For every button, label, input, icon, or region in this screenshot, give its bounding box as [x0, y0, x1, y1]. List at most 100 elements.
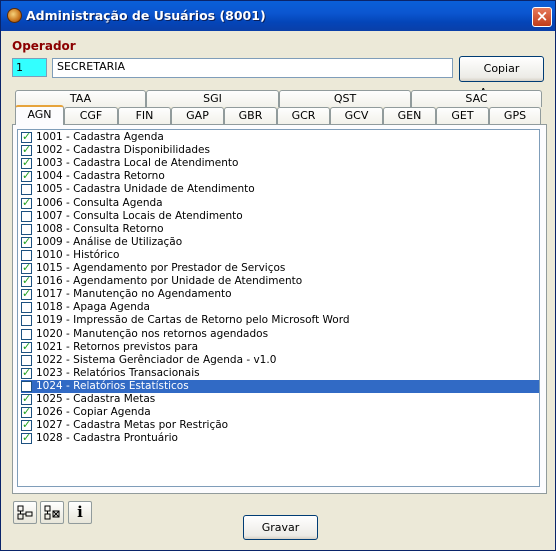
operator-code-field[interactable]: 1 — [12, 58, 47, 77]
tab-fin[interactable]: FIN — [118, 107, 171, 124]
permission-checkbox[interactable] — [21, 184, 32, 196]
permission-checkbox[interactable] — [21, 196, 32, 209]
list-item[interactable]: 1025 - Cadastra Metas — [21, 392, 539, 406]
tab-get[interactable]: GET — [436, 107, 489, 124]
tab-sac[interactable]: SAC — [411, 90, 542, 107]
list-item[interactable]: 1027 - Cadastra Metas por Restrição — [21, 418, 539, 432]
list-item[interactable]: 1010 - Histórico — [21, 249, 539, 262]
list-item[interactable]: 1016 - Agendamento por Unidade de Atendi… — [21, 274, 539, 288]
permission-label: 1020 - Manutenção nos retornos agendados — [36, 327, 269, 340]
close-button[interactable]: × — [532, 7, 552, 27]
permission-checkbox[interactable] — [21, 340, 32, 353]
permission-label: 1015 - Agendamento por Prestador de Serv… — [36, 262, 286, 274]
permission-checkbox[interactable] — [21, 169, 32, 183]
permission-checkbox[interactable] — [21, 287, 32, 301]
permission-checkbox[interactable] — [21, 366, 32, 379]
permission-label: 1027 - Cadastra Metas por Restrição — [36, 419, 229, 432]
permission-label: 1024 - Relatórios Estatísticos — [36, 379, 189, 392]
permission-checkbox[interactable] — [21, 302, 32, 314]
permission-checkbox[interactable] — [21, 156, 32, 170]
permission-label: 1023 - Relatórios Transacionais — [36, 366, 200, 379]
permission-checkbox[interactable] — [21, 210, 32, 222]
list-item[interactable]: 1006 - Consulta Agenda — [21, 196, 539, 210]
permission-label: 1018 - Apaga Agenda — [36, 301, 150, 314]
permission-label: 1021 - Retornos previstos para — [36, 340, 199, 353]
permission-label: 1010 - Histórico — [36, 248, 120, 261]
operator-label: Operador — [12, 39, 76, 53]
tab-agn[interactable]: AGN — [15, 105, 64, 125]
permission-checkbox[interactable] — [21, 261, 32, 274]
info-button[interactable]: i — [68, 501, 92, 524]
permission-checkbox[interactable] — [21, 380, 32, 392]
close-icon: × — [535, 7, 549, 25]
list-item[interactable]: 1004 - Cadastra Retorno — [21, 169, 539, 183]
tab-cgf[interactable]: CGF — [64, 107, 118, 124]
permission-label: 1005 - Cadastra Unidade de Atendimento — [36, 183, 255, 196]
tab-gps[interactable]: GPS — [489, 107, 541, 124]
permission-checkbox[interactable] — [21, 130, 32, 143]
list-item[interactable]: 1017 - Manutenção no Agendamento — [21, 287, 539, 301]
list-item[interactable]: 1022 - Sistema Gerênciador de Agenda - v… — [21, 354, 539, 367]
list-item[interactable]: 1019 - Impressão de Cartas de Retorno pe… — [21, 314, 539, 327]
list-item[interactable]: 1023 - Relatórios Transacionais — [21, 366, 539, 380]
admin-users-window: Administração de Usuários (8001) × Opera… — [0, 0, 556, 551]
operator-name-field[interactable]: SECRETARIA — [52, 58, 453, 78]
list-item[interactable]: 1028 - Cadastra Prontuário — [21, 431, 539, 445]
title-bar[interactable]: Administração de Usuários (8001) × — [1, 1, 555, 31]
window-title: Administração de Usuários (8001) — [26, 8, 266, 23]
permission-label: 1019 - Impressão de Cartas de Retorno pe… — [36, 314, 350, 327]
expand-tree-icon — [17, 505, 33, 520]
app-icon — [7, 8, 22, 23]
permission-checkbox[interactable] — [21, 274, 32, 288]
tab-gap[interactable]: GAP — [171, 107, 224, 124]
permission-label: 1003 - Cadastra Local de Atendimento — [36, 157, 239, 170]
permission-label: 1025 - Cadastra Metas — [36, 393, 156, 405]
permissions-list[interactable]: 1001 - Cadastra Agenda1002 - Cadastra Di… — [17, 129, 540, 487]
tab-gcv[interactable]: GCV — [330, 107, 383, 124]
info-icon: i — [77, 503, 83, 521]
permission-checkbox[interactable] — [21, 143, 32, 157]
permission-label: 1026 - Copiar Agenda — [36, 406, 151, 419]
list-item[interactable]: 1008 - Consulta Retorno — [21, 223, 539, 236]
save-button[interactable]: Gravar — [243, 515, 318, 540]
list-item[interactable]: 1024 - Relatórios Estatísticos — [21, 379, 539, 393]
permission-label: 1007 - Consulta Locais de Atendimento — [36, 209, 243, 222]
list-item[interactable]: 1009 - Análise de Utilização — [21, 235, 539, 249]
copy-access-button[interactable]: Copiar Acessos — [459, 56, 544, 99]
permission-checkbox[interactable] — [21, 223, 32, 235]
tab-gcr[interactable]: GCR — [277, 107, 330, 124]
permission-label: 1017 - Manutenção no Agendamento — [36, 288, 232, 301]
permission-label: 1009 - Análise de Utilização — [36, 235, 183, 248]
permission-checkbox[interactable] — [21, 392, 32, 405]
tab-gen[interactable]: GEN — [383, 107, 436, 124]
list-item[interactable]: 1026 - Copiar Agenda — [21, 405, 539, 419]
list-item[interactable]: 1005 - Cadastra Unidade de Atendimento — [21, 183, 539, 196]
permission-checkbox[interactable] — [21, 315, 32, 327]
list-item[interactable]: 1021 - Retornos previstos para — [21, 340, 539, 354]
list-item[interactable]: 1002 - Cadastra Disponibilidades — [21, 143, 539, 157]
list-item[interactable]: 1020 - Manutenção nos retornos agendados — [21, 328, 539, 341]
permission-checkbox[interactable] — [21, 235, 32, 248]
list-item[interactable]: 1015 - Agendamento por Prestador de Serv… — [21, 261, 539, 275]
select-all-button[interactable] — [40, 501, 64, 524]
permission-label: 1006 - Consulta Agenda — [36, 196, 163, 209]
permission-label: 1001 - Cadastra Agenda — [36, 131, 164, 143]
permission-checkbox[interactable] — [21, 328, 32, 340]
permission-checkbox[interactable] — [21, 431, 32, 445]
list-item[interactable]: 1018 - Apaga Agenda — [21, 301, 539, 314]
list-item[interactable]: 1007 - Consulta Locais de Atendimento — [21, 210, 539, 223]
permission-label: 1016 - Agendamento por Unidade de Atendi… — [36, 275, 303, 288]
permission-checkbox[interactable] — [21, 418, 32, 432]
list-item[interactable]: 1001 - Cadastra Agenda — [21, 130, 539, 144]
tab-qst[interactable]: QST — [279, 90, 411, 107]
select-all-icon — [44, 505, 60, 520]
tab-sgi[interactable]: SGI — [146, 90, 279, 107]
tab-gbr[interactable]: GBR — [224, 107, 277, 124]
list-item[interactable]: 1003 - Cadastra Local de Atendimento — [21, 156, 539, 170]
expand-tree-button[interactable] — [13, 501, 37, 524]
permission-label: 1002 - Cadastra Disponibilidades — [36, 144, 210, 157]
permission-label: 1004 - Cadastra Retorno — [36, 170, 165, 183]
permission-checkbox[interactable] — [21, 249, 32, 261]
permission-checkbox[interactable] — [21, 405, 32, 419]
permission-checkbox[interactable] — [21, 354, 32, 366]
